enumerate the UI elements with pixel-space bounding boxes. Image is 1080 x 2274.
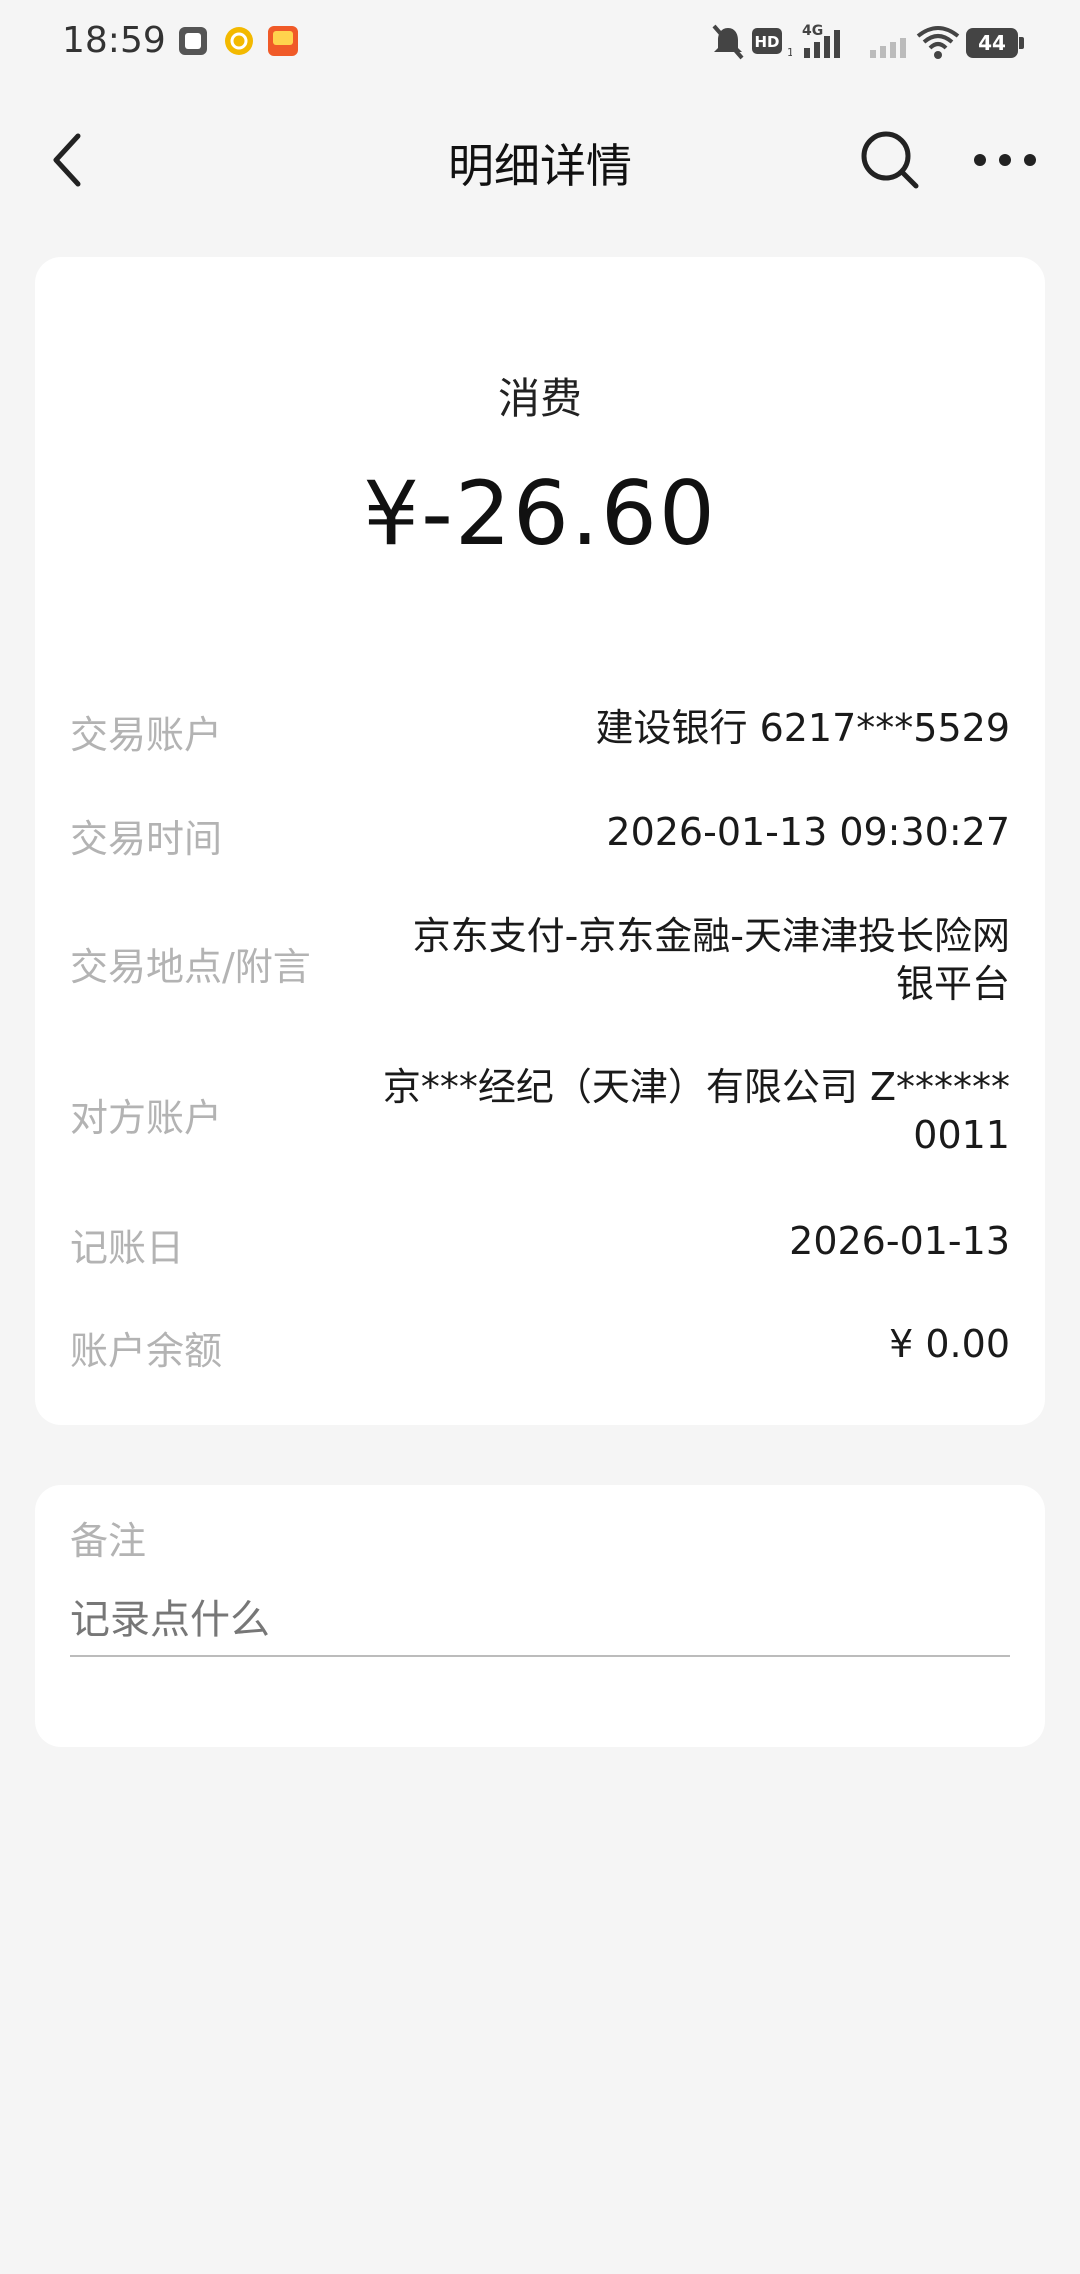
- detail-value: 2026-01-13: [789, 1219, 1010, 1263]
- app-notification-icon: [179, 27, 207, 55]
- detail-label: 记账日: [70, 1226, 185, 1270]
- detail-value-cont: 银平台: [895, 962, 1010, 1006]
- detail-label: 交易账户: [70, 713, 223, 757]
- detail-value: 2026-01-13 09:30:27: [606, 810, 1010, 854]
- search-icon: [861, 131, 919, 189]
- detail-row-counterparty: 对方账户 京***经纪（天津）有限公司 Z****** 0011: [70, 1063, 1010, 1163]
- signal-weak-icon: [870, 38, 906, 58]
- transaction-amount: ¥-26.60: [363, 462, 717, 565]
- wifi-icon: [916, 26, 960, 59]
- note-card: 备注: [35, 1485, 1045, 1747]
- hd-icon: HD 1: [752, 28, 792, 59]
- note-input[interactable]: [70, 1585, 1010, 1657]
- battery-indicator: 44: [966, 28, 1018, 58]
- detail-row-location-memo: 交易地点/附言 京东支付-京东金融-天津津投长险网 银平台: [70, 912, 1010, 1012]
- red-app-icon: [268, 26, 298, 56]
- detail-label: 交易时间: [70, 817, 223, 861]
- detail-value: 京东支付-京东金融-天津津投长险网: [412, 914, 1010, 958]
- transaction-detail-card: 消费 ¥-26.60 交易账户 建设银行 6217***5529 交易时间 20…: [35, 257, 1045, 1425]
- mute-bell-icon: [712, 24, 744, 60]
- status-bar: 18:59 HD 1 4G 44: [0, 0, 1080, 90]
- transaction-type: 消费: [497, 374, 582, 423]
- detail-value-cont: 0011: [913, 1113, 1010, 1157]
- more-icon: [974, 154, 1036, 166]
- detail-label: 账户余额: [70, 1329, 223, 1373]
- svg-text:1: 1: [787, 46, 792, 59]
- detail-label: 对方账户: [70, 1096, 223, 1140]
- status-time: 18:59: [62, 20, 166, 61]
- detail-label: 交易地点/附言: [70, 945, 311, 989]
- more-button[interactable]: [970, 138, 1040, 182]
- search-button[interactable]: [858, 128, 922, 192]
- coin-app-icon: [225, 27, 253, 55]
- note-label: 备注: [70, 1519, 147, 1563]
- detail-value: 建设银行 6217***5529: [595, 706, 1011, 750]
- svg-text:4G: 4G: [802, 23, 823, 39]
- detail-value: 京***经纪（天津）有限公司 Z******: [382, 1065, 1010, 1109]
- detail-value: ¥ 0.00: [889, 1322, 1010, 1366]
- top-navigation-bar: 明细详情: [0, 110, 1080, 210]
- svg-text:HD: HD: [754, 33, 779, 51]
- signal-4g-icon: 4G: [802, 23, 840, 58]
- battery-tip: [1019, 37, 1024, 49]
